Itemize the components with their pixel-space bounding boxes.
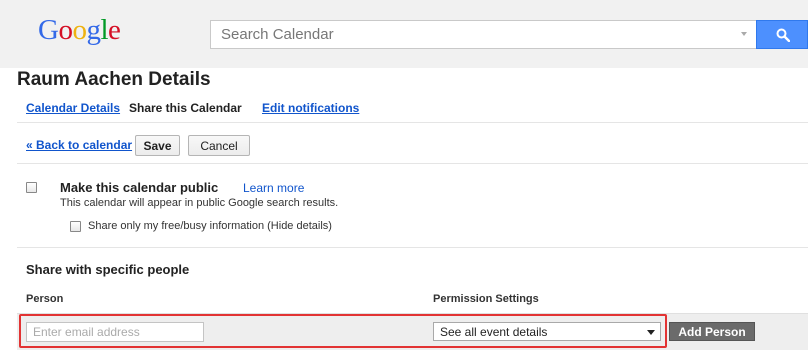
tab-calendar-details[interactable]: Calendar Details [26,101,120,115]
free-busy-label: Share only my free/busy information (Hid… [88,220,332,232]
logo-letter: e [108,14,121,46]
make-public-checkbox[interactable] [26,182,37,193]
logo-letter: G [38,14,59,46]
logo-letter: l [100,14,109,46]
free-busy-checkbox[interactable] [70,221,81,232]
learn-more-link[interactable]: Learn more [243,181,304,195]
person-column-header: Person [26,293,64,305]
public-description: This calendar will appear in public Goog… [60,197,339,209]
divider [17,163,808,164]
page-title: Raum Aachen Details [17,69,211,90]
share-heading: Share with specific people [26,262,190,277]
top-bar: Google [0,0,808,68]
search-button[interactable] [756,20,808,49]
logo-letter: o [72,14,87,46]
back-to-calendar-link[interactable]: « Back to calendar [26,138,132,152]
divider [17,247,808,248]
logo-letter: o [58,14,73,46]
logo-letter: g [86,14,101,46]
highlight-box [19,314,667,348]
cancel-button[interactable]: Cancel [188,135,250,156]
tab-edit-notifications[interactable]: Edit notifications [262,101,359,115]
search-icon [776,28,790,42]
make-public-label: Make this calendar public [60,180,219,195]
tab-share-calendar[interactable]: Share this Calendar [129,101,242,115]
permission-column-header: Permission Settings [433,293,539,305]
divider [17,122,808,123]
search-input[interactable] [221,21,721,48]
search-dropdown-icon[interactable] [741,32,747,36]
google-logo[interactable]: Google [38,14,121,46]
search-box [210,20,756,49]
save-button[interactable]: Save [135,135,180,156]
add-person-button[interactable]: Add Person [669,322,755,341]
